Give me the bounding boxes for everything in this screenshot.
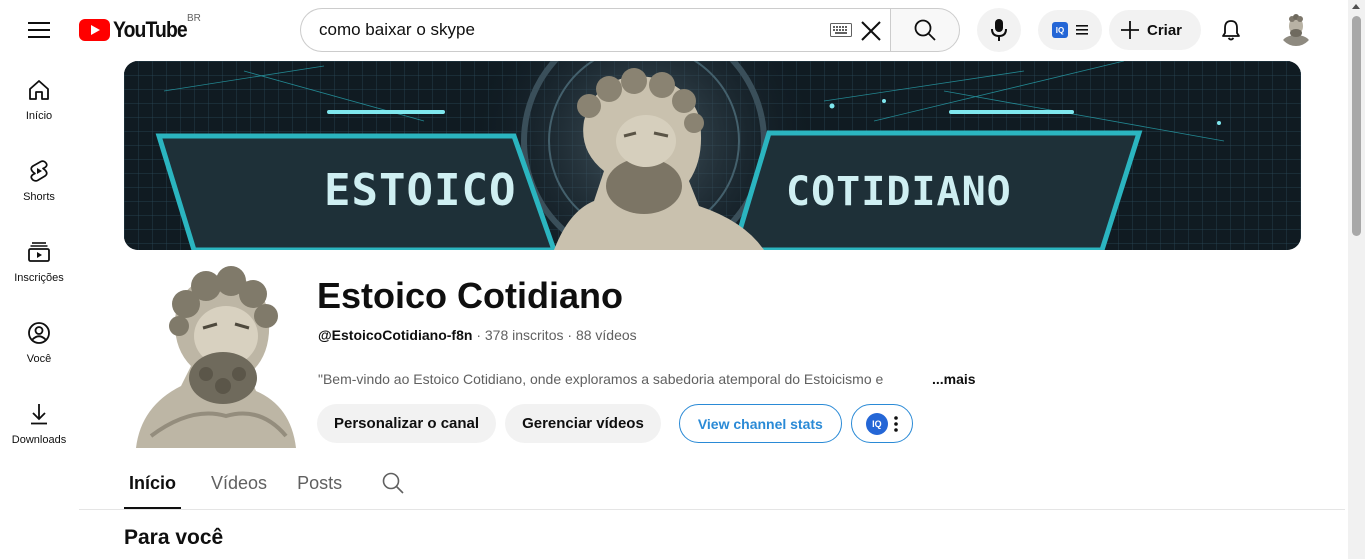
top-bar: YouTube BR como baixar o skype IQ Criar bbox=[0, 0, 1348, 60]
sidebar-item-label: Downloads bbox=[11, 434, 67, 446]
channel-meta: @EstoicoCotidiano-f8n · 378 inscritos · … bbox=[318, 327, 637, 343]
create-button[interactable]: Criar bbox=[1109, 10, 1201, 50]
sidebar-item-shorts[interactable]: Shorts bbox=[4, 141, 74, 215]
sidebar-item-you[interactable]: Você bbox=[4, 303, 74, 377]
iq-badge-icon: IQ bbox=[1052, 22, 1068, 38]
sidebar-item-label: Você bbox=[26, 353, 52, 365]
voice-search-button[interactable] bbox=[977, 8, 1021, 52]
download-icon bbox=[31, 404, 47, 425]
youtube-play-icon bbox=[79, 19, 110, 41]
manage-videos-button[interactable]: Gerenciar vídeos bbox=[505, 404, 661, 443]
sidebar-item-home[interactable]: Início bbox=[4, 60, 74, 134]
search-icon bbox=[914, 19, 936, 41]
sidebar-item-label: Início bbox=[25, 110, 53, 122]
channel-banner: ESTOICO COTIDIANO bbox=[124, 61, 1301, 250]
you-icon bbox=[28, 322, 50, 344]
logo-text: YouTube bbox=[113, 17, 188, 42]
hamburger-menu-icon bbox=[28, 22, 50, 38]
menu-button[interactable] bbox=[19, 10, 59, 50]
banner-background-image bbox=[124, 61, 1301, 250]
keyboard-icon[interactable] bbox=[830, 23, 852, 37]
clear-search-icon[interactable] bbox=[858, 18, 884, 44]
search-icon bbox=[382, 472, 404, 494]
tabs-divider bbox=[79, 509, 1345, 510]
channel-handle[interactable]: @EstoicoCotidiano-f8n bbox=[318, 327, 472, 343]
country-code: BR bbox=[187, 13, 201, 24]
section-title: Para você bbox=[124, 526, 224, 549]
stoic-bust-avatar-icon bbox=[131, 266, 299, 448]
channel-description[interactable]: "Bem-vindo ao Estoico Cotidiano, onde ex… bbox=[318, 371, 938, 387]
video-count: 88 vídeos bbox=[575, 327, 637, 343]
microphone-icon bbox=[991, 19, 1007, 41]
notifications-button[interactable] bbox=[1211, 10, 1251, 50]
description-fade bbox=[900, 369, 934, 391]
view-channel-stats-button[interactable]: View channel stats bbox=[678, 404, 842, 443]
list-icon bbox=[1076, 25, 1088, 35]
scrollbar-thumb[interactable] bbox=[1352, 16, 1361, 236]
home-icon bbox=[29, 80, 49, 100]
tab-videos[interactable]: Vídeos bbox=[211, 462, 267, 509]
extension-menu-button[interactable]: IQ bbox=[850, 404, 913, 443]
channel-avatar[interactable] bbox=[131, 266, 299, 448]
shorts-icon bbox=[30, 160, 48, 182]
meta-separator: · bbox=[567, 327, 573, 343]
search-button[interactable] bbox=[890, 8, 960, 52]
sidebar-item-subscriptions[interactable]: Inscrições bbox=[4, 222, 74, 296]
bell-icon bbox=[1222, 20, 1240, 41]
sidebar-item-label: Shorts bbox=[23, 191, 55, 203]
bust-avatar-icon bbox=[1279, 12, 1313, 46]
tab-posts[interactable]: Posts bbox=[297, 462, 342, 509]
channel-tabs: Início Vídeos Posts bbox=[124, 462, 404, 509]
scroll-up-arrow-icon[interactable] bbox=[1352, 4, 1360, 9]
tab-home[interactable]: Início bbox=[124, 462, 182, 509]
search-input[interactable] bbox=[319, 20, 819, 40]
plus-icon bbox=[1121, 21, 1139, 39]
channel-actions: Personalizar o canal Gerenciar vídeos Vi… bbox=[317, 404, 913, 443]
search-bar bbox=[300, 8, 960, 52]
banner-right-title: COTIDIANO bbox=[786, 169, 1012, 215]
channel-name: Estoico Cotidiano bbox=[317, 275, 623, 316]
more-vertical-icon bbox=[894, 415, 898, 432]
create-label: Criar bbox=[1147, 21, 1183, 39]
search-box bbox=[300, 8, 890, 52]
customize-channel-button[interactable]: Personalizar o canal bbox=[317, 404, 497, 443]
youtube-logo[interactable]: YouTube bbox=[79, 17, 197, 43]
subscriber-count: 378 inscritos bbox=[484, 327, 564, 343]
sidebar-item-downloads[interactable]: Downloads bbox=[4, 384, 74, 458]
account-avatar[interactable] bbox=[1279, 12, 1313, 46]
sidebar-item-label: Inscrições bbox=[14, 272, 64, 284]
meta-separator: · bbox=[476, 327, 481, 343]
subscriptions-icon bbox=[28, 242, 50, 262]
iq-circle-icon: IQ bbox=[865, 412, 888, 435]
page-scrollbar[interactable] bbox=[1348, 0, 1365, 559]
banner-left-title: ESTOICO bbox=[324, 165, 517, 216]
extension-button[interactable]: IQ bbox=[1038, 10, 1102, 50]
channel-search-button[interactable] bbox=[382, 462, 404, 499]
description-more-link[interactable]: ...mais bbox=[932, 371, 976, 387]
